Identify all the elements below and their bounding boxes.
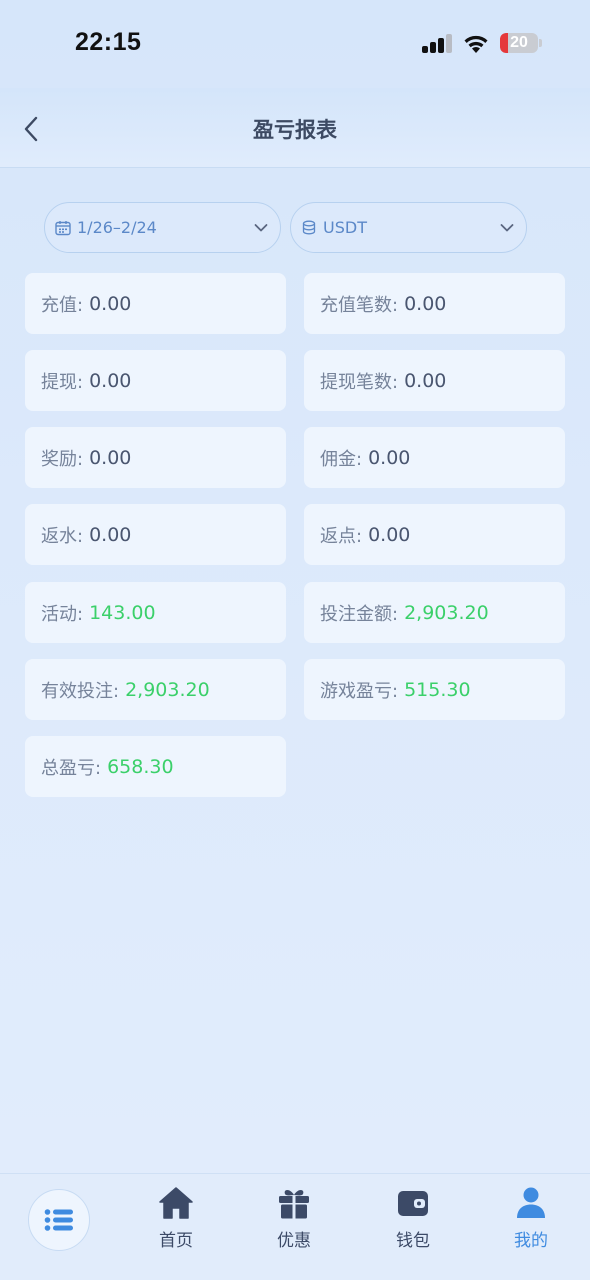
currency-select[interactable]: USDT [290,202,527,253]
nav-label: 首页 [159,1231,193,1251]
currency-value: USDT [323,218,367,237]
gift-icon [279,1190,309,1219]
stat-label: 佣金: [320,448,363,470]
stat-label: 返点: [320,525,363,547]
cellular-signal-icon [422,33,454,53]
stat-card-withdraw: 提现: 0.00 [25,350,286,411]
stat-label: 奖励: [41,448,84,470]
user-icon [517,1187,545,1218]
nav-label: 我的 [514,1231,548,1251]
stat-card-commission: 佣金: 0.00 [304,427,565,488]
list-menu-icon [44,1209,73,1231]
nav-item-wallet[interactable]: 钱包 [373,1186,453,1266]
stat-label: 总盈亏: [41,757,102,779]
stat-value: 0.00 [368,446,411,469]
stat-card-rebate: 返水: 0.00 [25,504,286,565]
stat-value: 2,903.20 [125,678,210,701]
stat-value: 0.00 [89,446,132,469]
stat-label: 活动: [41,603,84,625]
stat-card-deposit-count: 充值笔数: 0.00 [304,273,565,334]
wallet-icon [398,1191,428,1216]
stat-value: 515.30 [404,678,471,701]
stat-card-total-profit: 总盈亏: 658.30 [25,736,286,797]
stat-card-valid-bet: 有效投注: 2,903.20 [25,659,286,720]
stat-value: 0.00 [368,523,411,546]
date-range-value: 1/26–2/24 [77,218,157,237]
stat-label: 投注金额: [320,603,399,625]
coin-stack-icon [302,220,316,235]
nav-label: 钱包 [396,1231,430,1251]
stat-label: 提现笔数: [320,371,399,393]
status-bar: 22:15 20 [0,0,590,88]
stat-card-reward: 奖励: 0.00 [25,427,286,488]
stat-value: 0.00 [404,369,447,392]
stat-card-withdraw-count: 提现笔数: 0.00 [304,350,565,411]
stat-label: 有效投注: [41,680,120,702]
nav-item-profile[interactable]: 我的 [491,1186,571,1266]
stat-card-game-profit: 游戏盈亏: 515.30 [304,659,565,720]
battery-cap [539,39,542,47]
chevron-down-icon [500,224,514,232]
date-range-select[interactable]: 1/26–2/24 [44,202,281,253]
stat-label: 充值: [41,294,84,316]
calendar-icon [55,221,71,236]
nav-label: 优惠 [277,1231,311,1251]
stat-value: 0.00 [404,292,447,315]
battery-icon: 20 [500,33,538,53]
wifi-icon [464,35,488,53]
stat-value: 0.00 [89,369,132,392]
status-time: 22:15 [75,28,142,56]
page-title: 盈亏报表 [253,118,337,142]
menu-button[interactable] [28,1189,90,1251]
stat-card-activity: 活动: 143.00 [25,582,286,643]
stat-value: 143.00 [89,601,156,624]
stat-value: 0.00 [89,292,132,315]
battery-level: 20 [510,34,528,51]
stat-label: 提现: [41,371,84,393]
stat-card-deposit: 充值: 0.00 [25,273,286,334]
page-header: 盈亏报表 [0,88,590,168]
stat-label: 充值笔数: [320,294,399,316]
stat-card-points: 返点: 0.00 [304,504,565,565]
nav-item-promotions[interactable]: 优惠 [254,1186,334,1266]
stat-label: 游戏盈亏: [320,680,399,702]
home-icon [159,1187,193,1219]
nav-item-home[interactable]: 首页 [136,1186,216,1266]
stat-value: 2,903.20 [404,601,489,624]
bottom-nav: 首页 优惠 钱包 我的 [0,1173,590,1280]
stat-value: 658.30 [107,755,174,778]
chevron-down-icon [254,224,268,232]
stat-label: 返水: [41,525,84,547]
stat-value: 0.00 [89,523,132,546]
stat-card-bet-amount: 投注金额: 2,903.20 [304,582,565,643]
